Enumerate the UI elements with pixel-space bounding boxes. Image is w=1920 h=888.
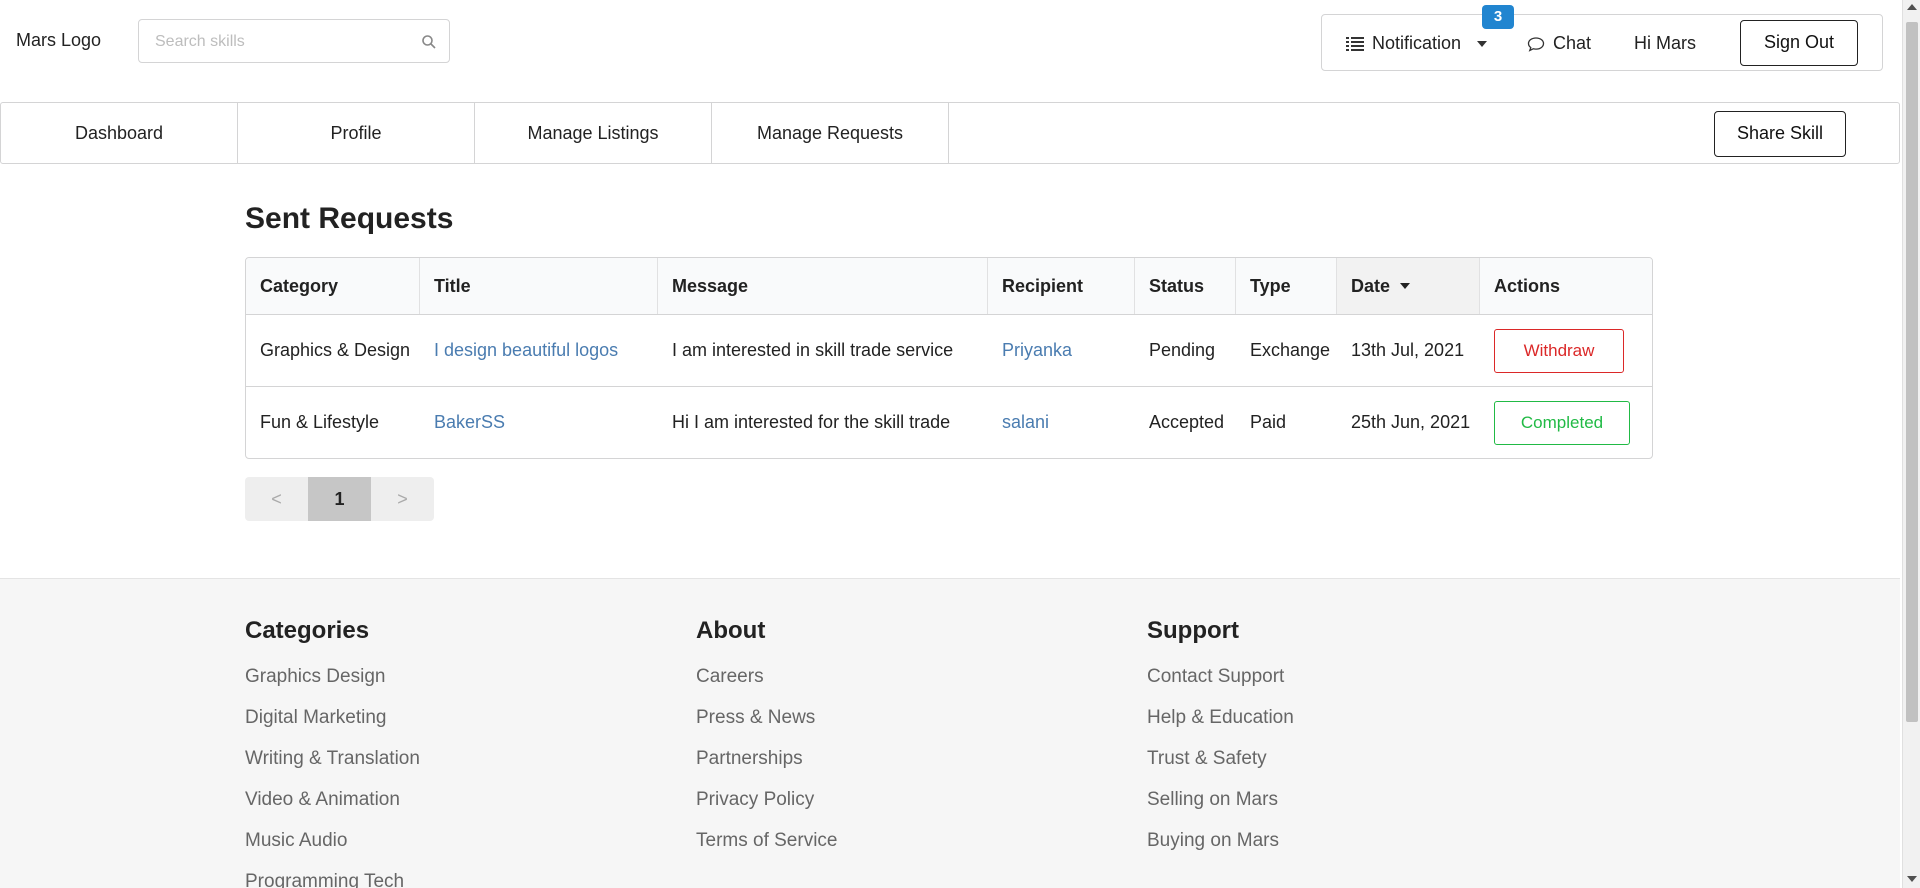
footer-link[interactable]: Careers <box>696 663 837 704</box>
chat-link[interactable]: Chat <box>1527 33 1591 54</box>
column-header-title[interactable]: Title <box>420 258 658 314</box>
table-row: Fun & Lifestyle BakerSS Hi I am interest… <box>246 386 1652 458</box>
pagination: < 1 > <box>245 477 434 521</box>
top-header: Mars Logo Search skills Notification 3 C… <box>0 0 1900 100</box>
search-input[interactable]: Search skills <box>138 19 450 63</box>
user-greeting[interactable]: Hi Mars <box>1634 33 1696 54</box>
main-nav: Dashboard Profile Manage Listings Manage… <box>0 102 1900 164</box>
footer-link[interactable]: Privacy Policy <box>696 786 837 827</box>
footer-link[interactable]: Digital Marketing <box>245 704 420 745</box>
footer-link[interactable]: Programming Tech <box>245 868 420 888</box>
scroll-up-arrow-icon[interactable] <box>1907 4 1917 10</box>
footer-categories: Categories Graphics Design Digital Marke… <box>245 617 420 888</box>
cell-title-link[interactable]: I design beautiful logos <box>420 315 658 386</box>
cell-message: Hi I am interested for the skill trade <box>672 412 951 432</box>
scroll-down-arrow-icon[interactable] <box>1907 876 1917 882</box>
sign-out-button[interactable]: Sign Out <box>1740 20 1858 66</box>
table-header-row: Category Title Message Recipient Status … <box>246 258 1652 314</box>
pagination-page-1[interactable]: 1 <box>308 477 371 521</box>
nav-manage-requests[interactable]: Manage Requests <box>712 103 949 163</box>
column-header-recipient[interactable]: Recipient <box>988 258 1135 314</box>
sent-requests-table: Category Title Message Recipient Status … <box>245 257 1653 459</box>
footer-link[interactable]: Music Audio <box>245 827 420 868</box>
column-header-type[interactable]: Type <box>1236 258 1337 314</box>
footer-link[interactable]: Video & Animation <box>245 786 420 827</box>
cell-title-link[interactable]: BakerSS <box>420 387 658 458</box>
cell-recipient-link[interactable]: salani <box>988 387 1135 458</box>
table-row: Graphics & Design I design beautiful log… <box>246 314 1652 386</box>
footer-support: Support Contact Support Help & Education… <box>1147 617 1294 868</box>
footer-about: About Careers Press & News Partnerships … <box>696 617 837 868</box>
footer-link[interactable]: Contact Support <box>1147 663 1294 704</box>
cell-recipient-link[interactable]: Priyanka <box>988 315 1135 386</box>
column-header-status[interactable]: Status <box>1135 258 1236 314</box>
cell-category: Graphics & Design <box>260 340 411 360</box>
footer-heading: Categories <box>245 617 370 644</box>
vertical-scrollbar[interactable] <box>1902 0 1920 888</box>
column-header-date-label: Date <box>1351 275 1391 296</box>
scrollbar-thumb[interactable] <box>1906 22 1918 722</box>
chat-label: Chat <box>1553 33 1592 53</box>
site-footer: Categories Graphics Design Digital Marke… <box>0 578 1900 888</box>
page-title: Sent Requests <box>245 202 454 235</box>
nav-manage-listings[interactable]: Manage Listings <box>475 103 712 163</box>
footer-link[interactable]: Terms of Service <box>696 827 837 868</box>
chat-bubble-icon <box>1527 36 1545 52</box>
cell-date: 25th Jun, 2021 <box>1351 412 1471 432</box>
cell-actions: Completed <box>1480 387 1652 458</box>
nav-dashboard[interactable]: Dashboard <box>1 103 238 163</box>
notification-count-badge: 3 <box>1482 5 1514 29</box>
cell-actions: Withdraw <box>1480 315 1652 386</box>
column-header-actions: Actions <box>1494 275 1561 296</box>
notification-label: Notification <box>1372 33 1462 53</box>
footer-heading: Support <box>1147 617 1239 644</box>
footer-link[interactable]: Writing & Translation <box>245 745 420 786</box>
pagination-prev-button[interactable]: < <box>245 477 308 521</box>
cell-message: I am interested in skill trade service <box>672 340 954 360</box>
site-logo[interactable]: Mars Logo <box>16 30 101 51</box>
column-header-message[interactable]: Message <box>658 258 988 314</box>
user-menu: Notification 3 Chat Hi Mars Sign Out <box>1321 5 1883 71</box>
notification-dropdown[interactable]: Notification <box>1346 33 1488 54</box>
share-skill-button[interactable]: Share Skill <box>1714 111 1846 157</box>
cell-type: Exchange <box>1250 340 1331 360</box>
footer-link[interactable]: Help & Education <box>1147 704 1294 745</box>
footer-link[interactable]: Press & News <box>696 704 837 745</box>
footer-heading: About <box>696 617 766 644</box>
nav-profile[interactable]: Profile <box>238 103 475 163</box>
search-icon[interactable] <box>421 34 437 50</box>
list-icon <box>1346 36 1364 51</box>
completed-button[interactable]: Completed <box>1494 400 1630 445</box>
cell-category: Fun & Lifestyle <box>260 412 380 432</box>
column-header-date[interactable]: Date <box>1337 258 1480 314</box>
caret-down-icon <box>1477 40 1488 47</box>
footer-link[interactable]: Partnerships <box>696 745 837 786</box>
footer-link[interactable]: Trust & Safety <box>1147 745 1294 786</box>
search-placeholder: Search skills <box>155 33 245 50</box>
cell-status: Accepted <box>1149 412 1225 432</box>
sort-descending-icon <box>1400 283 1411 289</box>
footer-link[interactable]: Selling on Mars <box>1147 786 1294 827</box>
footer-link[interactable]: Graphics Design <box>245 663 420 704</box>
cell-status: Pending <box>1149 340 1216 360</box>
column-header-category[interactable]: Category <box>246 258 420 314</box>
footer-link[interactable]: Buying on Mars <box>1147 827 1294 868</box>
withdraw-button[interactable]: Withdraw <box>1494 328 1624 373</box>
pagination-next-button[interactable]: > <box>371 477 434 521</box>
cell-type: Paid <box>1250 412 1287 432</box>
cell-date: 13th Jul, 2021 <box>1351 340 1465 360</box>
